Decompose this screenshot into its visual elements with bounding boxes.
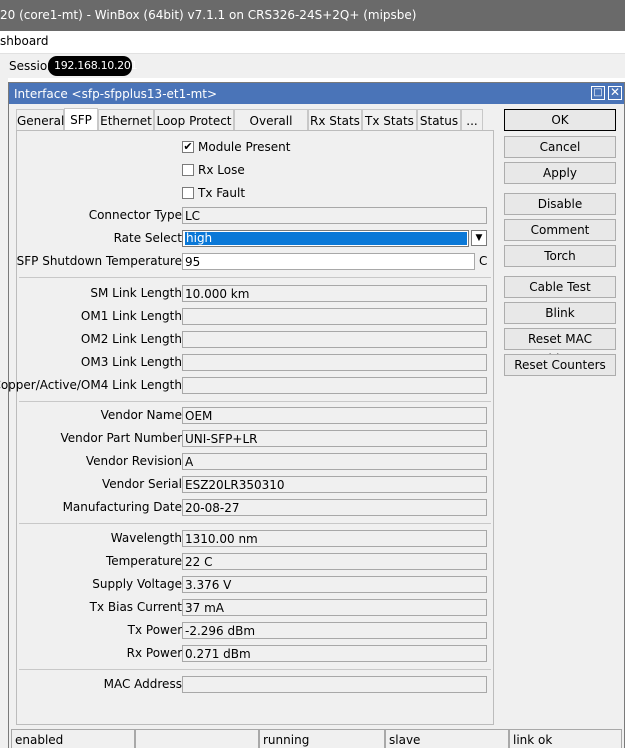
temperature-label: Temperature: — [105, 554, 186, 568]
wavelength-field: 1310.00 nm — [182, 530, 487, 547]
tx-power-label: Tx Power: — [127, 623, 186, 637]
tab-general[interactable]: General — [16, 109, 64, 131]
om3-link-length-label: OM3 Link Length: — [80, 355, 186, 369]
rate-select-field[interactable]: high — [182, 230, 469, 247]
status-link: link ok — [509, 729, 622, 749]
rx-lose-checkbox[interactable] — [182, 164, 194, 176]
cable-test-button[interactable]: Cable Test — [504, 276, 616, 298]
session-value: 192.168.10.201 — [48, 56, 138, 76]
om1-link-length-field — [182, 308, 487, 325]
connector-type-field: LC — [182, 207, 487, 224]
status-enabled: enabled — [11, 729, 135, 749]
rx-power-field: 0.271 dBm — [182, 645, 487, 662]
rx-power-label: Rx Power: — [126, 646, 186, 660]
app-title: 20 (core1-mt) - WinBox (64bit) v7.1.1 on… — [0, 8, 417, 22]
rate-select-label: Rate Select: — [113, 231, 186, 245]
tx-fault-checkbox[interactable] — [182, 187, 194, 199]
module-present-label: Module Present — [198, 140, 291, 154]
tab-loop-protect[interactable]: Loop Protect — [154, 109, 234, 131]
chevron-down-icon[interactable]: ▼ — [471, 230, 487, 246]
mac-address-label: MAC Address: — [103, 677, 186, 691]
manufacturing-date-label: Manufacturing Date: — [62, 500, 186, 514]
tab-ethernet[interactable]: Ethernet — [98, 109, 154, 131]
tab-sfp[interactable]: SFP — [64, 108, 98, 132]
torch-button[interactable]: Torch — [504, 245, 616, 267]
dialog-title: Interface <sfp-sfpplus13-et1-mt> — [14, 87, 218, 101]
vendor-name-field: OEM — [182, 407, 487, 424]
vendor-revision-label: Vendor Revision: — [85, 454, 186, 468]
supply-voltage-field: 3.376 V — [182, 576, 487, 593]
interface-dialog: Interface <sfp-sfpplus13-et1-mt> □ ✕ Gen… — [0, 82, 625, 753]
vendor-serial-field: ESZ20LR350310 — [182, 476, 487, 493]
tx-fault-label: Tx Fault — [198, 186, 246, 200]
status-slave: slave — [385, 729, 509, 749]
vendor-part-number-field: UNI-SFP+LR — [182, 430, 487, 447]
tab-overall-stats[interactable]: Overall Stats — [234, 109, 308, 142]
shutdown-temp-label: SFP Shutdown Temperature: — [16, 254, 186, 268]
bottom-strip — [0, 748, 625, 753]
blink-button[interactable]: Blink — [504, 302, 616, 324]
status-empty — [135, 729, 259, 749]
shutdown-temp-unit: C — [479, 254, 488, 268]
tx-bias-current-field: 37 mA — [182, 599, 487, 616]
divider — [19, 669, 491, 670]
status-running: running — [259, 729, 385, 749]
vendor-name-label: Vendor Name: — [100, 408, 186, 422]
tab-tx-stats[interactable]: Tx Stats — [362, 109, 417, 131]
restore-icon[interactable]: □ — [591, 86, 605, 100]
menu-item-dashboard[interactable]: shboard — [0, 34, 49, 48]
tx-power-field: -2.296 dBm — [182, 622, 487, 639]
connector-type-label: Connector Type: — [88, 208, 186, 222]
cancel-button[interactable]: Cancel — [504, 136, 616, 158]
module-present-checkbox[interactable]: ✔ — [182, 141, 194, 153]
menu-bar: shboard — [0, 31, 625, 53]
mac-address-field — [182, 676, 487, 693]
sm-link-length-field: 10.000 km — [182, 285, 487, 302]
divider — [19, 401, 491, 402]
dialog-title-bar[interactable]: Interface <sfp-sfpplus13-et1-mt> — [9, 83, 624, 104]
vendor-revision-field: A — [182, 453, 487, 470]
supply-voltage-label: Supply Voltage: — [92, 577, 186, 591]
sm-link-length-label: SM Link Length: — [90, 286, 186, 300]
manufacturing-date-field: 20-08-27 — [182, 499, 487, 516]
om2-link-length-label: OM2 Link Length: — [80, 332, 186, 346]
copper-link-length-field — [182, 377, 487, 394]
temperature-field: 22 C — [182, 553, 487, 570]
comment-button[interactable]: Comment — [504, 219, 616, 241]
reset-counters-button[interactable]: Reset Counters — [504, 354, 616, 376]
divider — [19, 277, 491, 278]
tx-bias-current-label: Tx Bias Current: — [89, 600, 186, 614]
app-title-bar: 20 (core1-mt) - WinBox (64bit) v7.1.1 on… — [0, 0, 625, 31]
workspace-edge — [0, 78, 8, 753]
session-bar: Session: 192.168.10.201 — [0, 54, 625, 78]
tab-status[interactable]: Status — [417, 109, 461, 131]
divider — [19, 523, 491, 524]
wavelength-label: Wavelength: — [110, 531, 186, 545]
sfp-panel: ✔ Module Present Rx Lose Tx Fault Connec… — [0, 130, 494, 725]
tab-more[interactable]: ... — [461, 109, 483, 131]
om1-link-length-label: OM1 Link Length: — [80, 309, 186, 323]
ok-button[interactable]: OK — [504, 109, 616, 131]
om2-link-length-field — [182, 331, 487, 348]
rate-select-value: high — [185, 232, 467, 245]
tab-rx-stats[interactable]: Rx Stats — [308, 109, 362, 131]
reset-mac-address-button[interactable]: Reset MAC Address — [504, 328, 616, 366]
disable-button[interactable]: Disable — [504, 193, 616, 215]
om3-link-length-field — [182, 354, 487, 371]
copper-link-length-label: Copper/Active/OM4 Link Length: — [0, 378, 186, 392]
rx-lose-label: Rx Lose — [198, 163, 245, 177]
apply-button[interactable]: Apply — [504, 162, 616, 184]
close-icon[interactable]: ✕ — [608, 86, 622, 100]
shutdown-temp-input[interactable]: 95 — [182, 253, 475, 270]
vendor-serial-label: Vendor Serial: — [102, 477, 186, 491]
vendor-part-number-label: Vendor Part Number: — [60, 431, 186, 445]
